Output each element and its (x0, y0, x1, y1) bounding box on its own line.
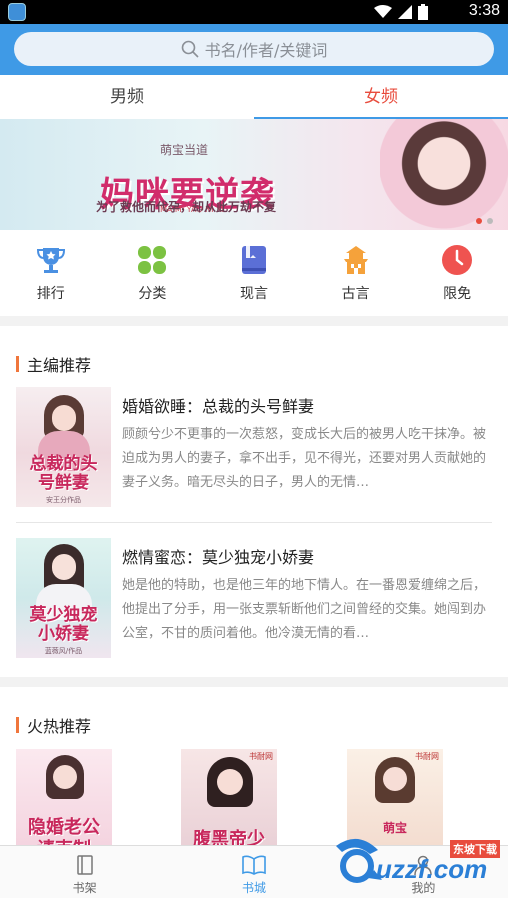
channel-tabs: 男频 女频 (0, 75, 508, 119)
watermark-text: uzzf.com (376, 854, 488, 884)
menu-label: 分类 (138, 286, 167, 302)
book-description: 她是他的特助，也是他三年的地下情人。在一番恩爱缠绵之后，他提出了分手，用一张支票… (122, 578, 487, 641)
battery-icon (418, 4, 428, 20)
search-input[interactable]: 书名/作者/关键词 (14, 32, 494, 66)
banner-slogan: 为了救他而代孕，却从此万劫不复 (96, 200, 277, 214)
carousel-dot[interactable] (487, 218, 493, 224)
search-placeholder: 书名/作者/关键词 (204, 41, 328, 60)
editor-pick-section: 主编推荐 总裁的头号鲜妻 安王分作品 婚婚欲睡：总裁的头号鲜妻 顾颜兮少不更事的… (0, 326, 508, 677)
menu-ranking[interactable]: 排行 (0, 230, 102, 316)
hot-book-cover-title-2: 请克制 (16, 835, 112, 845)
wifi-icon (374, 5, 392, 18)
divider (16, 522, 492, 523)
hot-book-cover[interactable]: 书耐网 腹黑帝少 (181, 749, 277, 845)
hot-pick-section: 火热推荐 隐婚老公 请克制 书耐网 腹黑帝少 书耐网 萌宝 (0, 687, 508, 845)
menu-ancient-romance[interactable]: 古言 (305, 230, 407, 316)
section-heading: 火热推荐 (16, 717, 91, 736)
book-icon (241, 246, 266, 274)
nav-bookstore[interactable]: 书城 (169, 846, 338, 898)
status-time: 3:38 (468, 2, 500, 19)
cover-brand: 书耐网 (415, 752, 439, 761)
menu-category[interactable]: 分类 (102, 230, 204, 316)
tab-male[interactable]: 男频 (0, 75, 254, 119)
hot-book-cover[interactable]: 隐婚老公 请克制 (16, 749, 112, 845)
menu-label: 古言 (341, 286, 370, 302)
book-item[interactable]: 总裁的头号鲜妻 安王分作品 婚婚欲睡：总裁的头号鲜妻 顾颜兮少不更事的一次惹怒，… (16, 387, 492, 507)
pagoda-icon (343, 246, 368, 274)
bookshelf-icon (76, 855, 93, 875)
book-cover-title: 莫少独宠小娇妻 (29, 605, 98, 644)
site-watermark: 东坡下载 uzzf.com (330, 830, 500, 890)
cover-brand: 书耐网 (249, 752, 273, 761)
clover-icon (138, 246, 167, 274)
menu-label: 限免 (443, 286, 472, 302)
nav-label: 书城 (241, 881, 266, 895)
category-menu: 排行 分类 现言 古言 限免 (0, 230, 508, 316)
open-book-icon (242, 855, 266, 875)
book-title: 燃情蜜恋：莫少独宠小娇妻 (122, 548, 315, 567)
signal-icon (398, 5, 412, 19)
banner-illustration (380, 119, 508, 230)
menu-label: 现言 (239, 286, 268, 302)
trophy-icon (36, 248, 65, 273)
app-notification-icon (8, 3, 26, 21)
section-heading: 主编推荐 (16, 356, 91, 375)
clock-icon (442, 245, 473, 275)
book-cover: 总裁的头号鲜妻 安王分作品 (16, 387, 111, 507)
book-cover-author: 蓝薇风/作品 (44, 647, 83, 655)
top-header: 书名/作者/关键词 (0, 24, 508, 75)
tab-female[interactable]: 女频 (254, 75, 508, 119)
banner-subtitle: 萌宝当道 (160, 143, 209, 157)
status-bar: 3:38 (0, 0, 508, 24)
book-description: 顾颜兮少不更事的一次惹怒，变成长大后的被男人吃干抹净。被迫成为男人的妻子，拿不出… (122, 427, 487, 490)
book-cover-author: 安王分作品 (46, 496, 81, 504)
search-icon (181, 40, 199, 58)
status-icons (374, 4, 428, 20)
carousel-dot-active[interactable] (476, 218, 482, 224)
book-item[interactable]: 莫少独宠小娇妻 蓝薇风/作品 燃情蜜恋：莫少独宠小娇妻 她是他的特助，也是他三年… (16, 538, 492, 658)
book-cover-title: 总裁的头号鲜妻 (29, 454, 98, 493)
hot-book-cover-title: 腹黑帝少 (193, 829, 265, 845)
promo-banner[interactable]: 萌宝当道 妈咪要逆袭 MA MI YAO NI XI 为了救他而代孕，却从此万劫… (0, 119, 508, 230)
nav-bookshelf[interactable]: 书架 (0, 846, 169, 898)
nav-label: 书架 (72, 881, 97, 895)
book-title: 婚婚欲睡：总裁的头号鲜妻 (122, 397, 315, 416)
menu-label: 排行 (36, 286, 65, 302)
book-cover: 莫少独宠小娇妻 蓝薇风/作品 (16, 538, 111, 658)
menu-modern-romance[interactable]: 现言 (203, 230, 305, 316)
menu-free-limited[interactable]: 限免 (406, 230, 508, 316)
